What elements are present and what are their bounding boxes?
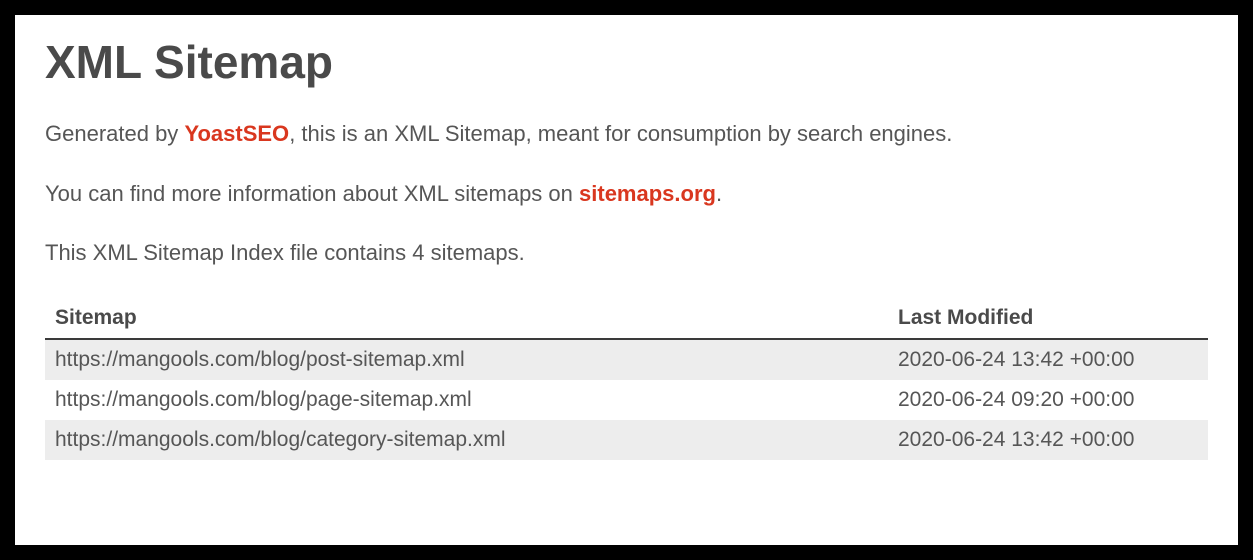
intro-paragraph-3: This XML Sitemap Index file contains 4 s… xyxy=(45,238,1208,268)
table-row: https://mangools.com/blog/page-sitemap.x… xyxy=(45,380,1208,420)
header-sitemap: Sitemap xyxy=(45,298,888,339)
sitemap-page: XML Sitemap Generated by YoastSEO, this … xyxy=(15,15,1238,545)
sitemapsorg-link[interactable]: sitemaps.org xyxy=(579,181,716,206)
table-row: https://mangools.com/blog/category-sitem… xyxy=(45,420,1208,460)
intro-text: . xyxy=(716,181,722,206)
header-last-modified: Last Modified xyxy=(888,298,1208,339)
last-modified-value: 2020-06-24 13:42 +00:00 xyxy=(888,339,1208,380)
intro-paragraph-2: You can find more information about XML … xyxy=(45,179,1208,209)
yoastseo-link[interactable]: YoastSEO xyxy=(184,121,289,146)
table-header-row: Sitemap Last Modified xyxy=(45,298,1208,339)
last-modified-value: 2020-06-24 09:20 +00:00 xyxy=(888,380,1208,420)
intro-paragraph-1: Generated by YoastSEO, this is an XML Si… xyxy=(45,119,1208,149)
page-title: XML Sitemap xyxy=(45,35,1208,89)
intro-text: Generated by xyxy=(45,121,184,146)
last-modified-value: 2020-06-24 13:42 +00:00 xyxy=(888,420,1208,460)
intro-block: Generated by YoastSEO, this is an XML Si… xyxy=(45,119,1208,268)
table-row: https://mangools.com/blog/post-sitemap.x… xyxy=(45,339,1208,380)
sitemap-url[interactable]: https://mangools.com/blog/category-sitem… xyxy=(45,420,888,460)
sitemap-url[interactable]: https://mangools.com/blog/post-sitemap.x… xyxy=(45,339,888,380)
intro-text: You can find more information about XML … xyxy=(45,181,579,206)
sitemap-url[interactable]: https://mangools.com/blog/page-sitemap.x… xyxy=(45,380,888,420)
intro-text: , this is an XML Sitemap, meant for cons… xyxy=(289,121,952,146)
sitemap-table: Sitemap Last Modified https://mangools.c… xyxy=(45,298,1208,460)
